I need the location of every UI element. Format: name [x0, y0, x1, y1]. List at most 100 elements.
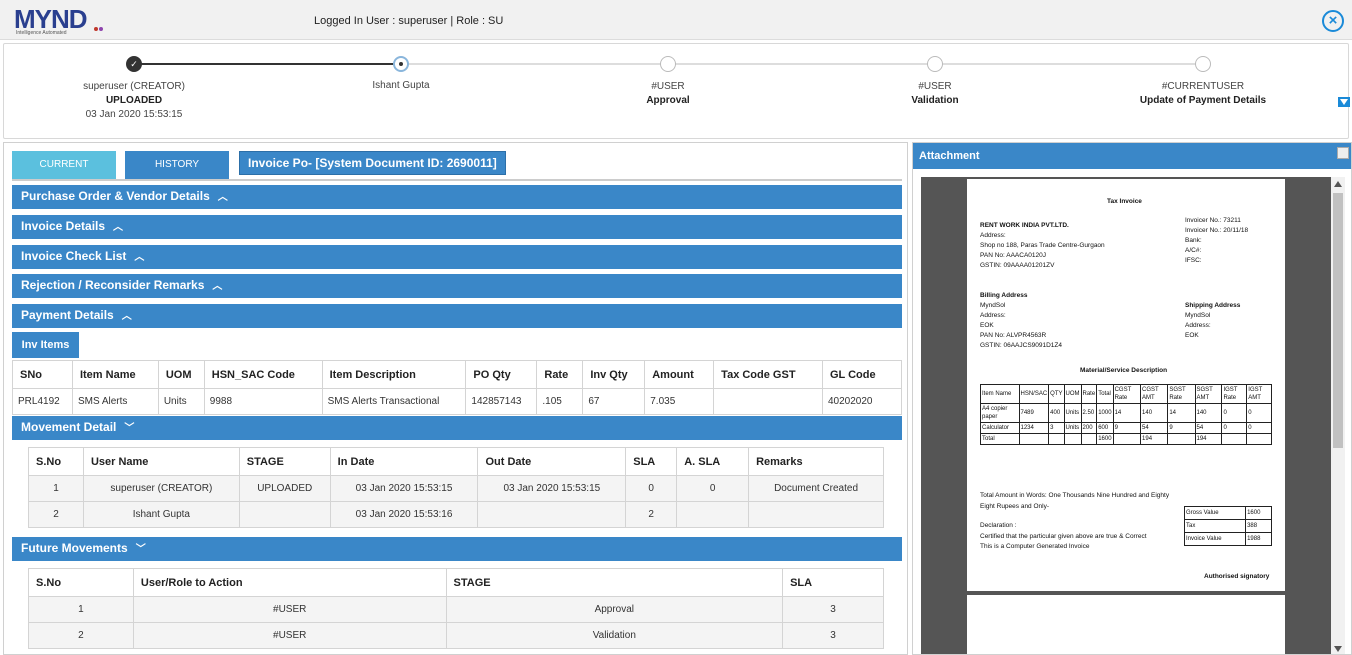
open-attachment-icon[interactable] — [1337, 147, 1349, 159]
vendor-address: Shop no 188, Paras Trade Centre-Gurgaon — [980, 242, 1105, 249]
table-row: PRL4192 SMS Alerts Units 9988 SMS Alerts… — [12, 388, 903, 415]
table-row: 2 Ishant Gupta 03 Jan 2020 15:53:16 2 — [28, 501, 884, 528]
attachment-header: Attachment — [913, 143, 1351, 169]
material-description-label: Material/Service Description — [1080, 367, 1168, 374]
table-header-row: S.No User Name STAGE In Date Out Date SL… — [28, 447, 884, 476]
invoice-date: Invoicer No.: 20/11/18 — [1185, 227, 1249, 234]
invoice-page: Tax Invoice RENT WORK INDIA PVT.LTD. Add… — [967, 179, 1285, 591]
vendor-gstin: GSTIN: 09AAAA01201ZV — [980, 262, 1055, 269]
amount-in-words-cont: Eight Rupees and Only- — [980, 503, 1050, 510]
workflow-step-1-check-icon: ✓ — [126, 56, 142, 72]
workflow-step-4-node — [927, 56, 943, 72]
workflow-step-5-stage: Update of Payment Details — [1139, 95, 1267, 106]
section-movement-detail[interactable]: Movement Detail ﹀ — [12, 416, 902, 440]
invoice-heading: Tax Invoice — [1107, 198, 1142, 205]
logo-dots-icon — [94, 22, 106, 31]
section-rejection-remarks[interactable]: Rejection / Reconsider Remarks ︿ — [12, 274, 902, 298]
movement-detail-table: S.No User Name STAGE In Date Out Date SL… — [28, 447, 884, 528]
table-row: Invoice Value 1988 — [1183, 532, 1272, 546]
billing-gstin: GSTIN: 06AAJCS9091D1Z4 — [980, 342, 1063, 349]
tab-inv-items[interactable]: Inv Items — [12, 332, 79, 358]
document-viewer[interactable]: Tax Invoice RENT WORK INDIA PVT.LTD. Add… — [921, 177, 1345, 654]
certification-text: Certified that the particular given abov… — [980, 533, 1147, 540]
shipping-city: EOK — [1185, 332, 1199, 339]
workflow-step-5-user: #CURRENTUSER — [1161, 81, 1245, 92]
document-title: Invoice Po- [System Document ID: 2690011… — [239, 151, 506, 175]
tab-history[interactable]: HISTORY — [125, 151, 229, 179]
computer-generated-text: This is a Computer Generated Invoice — [980, 543, 1090, 550]
workflow-step-2-user: Ishant Gupta — [372, 80, 430, 91]
table-row: Total 1600 194 194 — [980, 433, 1272, 445]
workflow-step-4-stage: Validation — [911, 95, 959, 106]
invoice-totals-table: Gross Value 1600 Tax 388 Invoice Value 1988 — [1183, 506, 1272, 546]
chevron-up-icon: ︿ — [134, 252, 145, 263]
shipping-address: Address: — [1185, 322, 1211, 329]
invoice-items-table: SNo Item Name UOM HSN_SAC Code Item Desc… — [12, 360, 903, 415]
invoice-number: Invoicer No.: 73211 — [1185, 217, 1241, 224]
close-icon[interactable]: × — [1322, 10, 1344, 32]
declaration-label: Declaration : — [980, 522, 1017, 529]
chevron-up-icon: ︿ — [121, 311, 132, 322]
workflow-step-1-date: 03 Jan 2020 15:53:15 — [85, 109, 183, 120]
workflow-tracker: ✓ superuser (CREATOR) UPLOADED 03 Jan 20… — [3, 43, 1350, 139]
table-row: 1 #USER Approval 3 — [28, 596, 884, 623]
tab-divider — [12, 179, 902, 181]
tab-current[interactable]: CURRENT — [12, 151, 116, 179]
chevron-down-icon: ﹀ — [124, 423, 135, 434]
section-invoice-details[interactable]: Invoice Details ︿ — [12, 215, 902, 239]
table-row: 1 superuser (CREATOR) UPLOADED 03 Jan 20… — [28, 475, 884, 502]
workflow-step-1-user: superuser (CREATOR) — [83, 81, 185, 92]
workflow-step-2: Ishant Gupta — [301, 79, 501, 93]
section-po-vendor[interactable]: Purchase Order & Vendor Details ︿ — [12, 185, 902, 209]
invoice-page-2 — [967, 595, 1285, 654]
vendor-address-label: Address: — [980, 232, 1006, 239]
billing-address: Address: — [980, 312, 1006, 319]
scroll-up-arrow-icon[interactable] — [1334, 181, 1342, 187]
vendor-pan: PAN No: AAACA0120J — [980, 252, 1046, 259]
ifsc-label: IFSC: — [1185, 257, 1202, 264]
workflow-step-5-node — [1195, 56, 1211, 72]
workflow-step-1: superuser (CREATOR) UPLOADED 03 Jan 2020… — [34, 80, 234, 122]
chevron-up-icon: ︿ — [217, 192, 228, 203]
workflow-pending-line — [402, 63, 1204, 65]
table-header-row: Item Name HSN/SAC QTY UOM Rate Total CGS… — [980, 384, 1272, 404]
workflow-step-3: #USER Approval — [568, 80, 768, 108]
workflow-step-5: #CURRENTUSER Update of Payment Details — [1103, 80, 1303, 108]
section-invoice-check-list[interactable]: Invoice Check List ︿ — [12, 245, 902, 269]
logged-in-user-text: Logged In User : superuser | Role : SU — [314, 15, 504, 27]
viewer-scrollbar[interactable] — [1331, 177, 1345, 654]
shipping-name: MyndSol — [1185, 312, 1211, 319]
workflow-step-4-user: #USER — [918, 81, 952, 92]
table-row: Tax 388 — [1183, 519, 1272, 533]
table-row: 2 #USER Validation 3 — [28, 622, 884, 649]
billing-city: EOK — [980, 322, 994, 329]
workflow-step-2-node — [393, 56, 409, 72]
workflow-step-1-stage: UPLOADED — [105, 95, 163, 106]
table-row: Gross Value 1600 — [1183, 506, 1272, 520]
table-header-row: S.No User/Role to Action STAGE SLA — [28, 568, 884, 597]
workflow-step-3-stage: Approval — [646, 95, 690, 106]
amount-in-words: Total Amount in Words: One Thousands Nin… — [980, 492, 1170, 499]
table-row: Calculator 1234 3 Units 200 600 9 54 9 5… — [980, 422, 1272, 434]
billing-name: MyndSol — [980, 302, 1006, 309]
section-payment-details[interactable]: Payment Details ︿ — [12, 304, 902, 328]
chevron-up-icon: ︿ — [212, 281, 223, 292]
workflow-step-4: #USER Validation — [835, 80, 1035, 108]
chevron-down-icon: ﹀ — [135, 544, 146, 555]
collapse-workflow-chevron-icon[interactable] — [1338, 97, 1350, 107]
document-details-panel: CURRENT HISTORY Invoice Po- [System Docu… — [3, 142, 908, 655]
scrollbar-thumb[interactable] — [1333, 193, 1343, 448]
account-label: A/C#: — [1185, 247, 1202, 254]
bank-label: Bank: — [1185, 237, 1202, 244]
scroll-down-arrow-icon[interactable] — [1334, 646, 1342, 652]
future-movements-table: S.No User/Role to Action STAGE SLA 1 #US… — [28, 568, 884, 649]
table-header-row: SNo Item Name UOM HSN_SAC Code Item Desc… — [12, 360, 903, 389]
billing-address-label: Billing Address — [980, 292, 1028, 299]
section-future-movements[interactable]: Future Movements ﹀ — [12, 537, 902, 561]
authorised-signatory: Authorised signatory — [1204, 573, 1270, 580]
table-row: A4 copier paper 7489 400 Units 2.50 1000… — [980, 403, 1272, 423]
vendor-name: RENT WORK INDIA PVT.LTD. — [980, 222, 1069, 229]
material-table: Item Name HSN/SAC QTY UOM Rate Total CGS… — [980, 384, 1272, 445]
workflow-step-3-node — [660, 56, 676, 72]
shipping-address-label: Shipping Address — [1185, 302, 1241, 309]
